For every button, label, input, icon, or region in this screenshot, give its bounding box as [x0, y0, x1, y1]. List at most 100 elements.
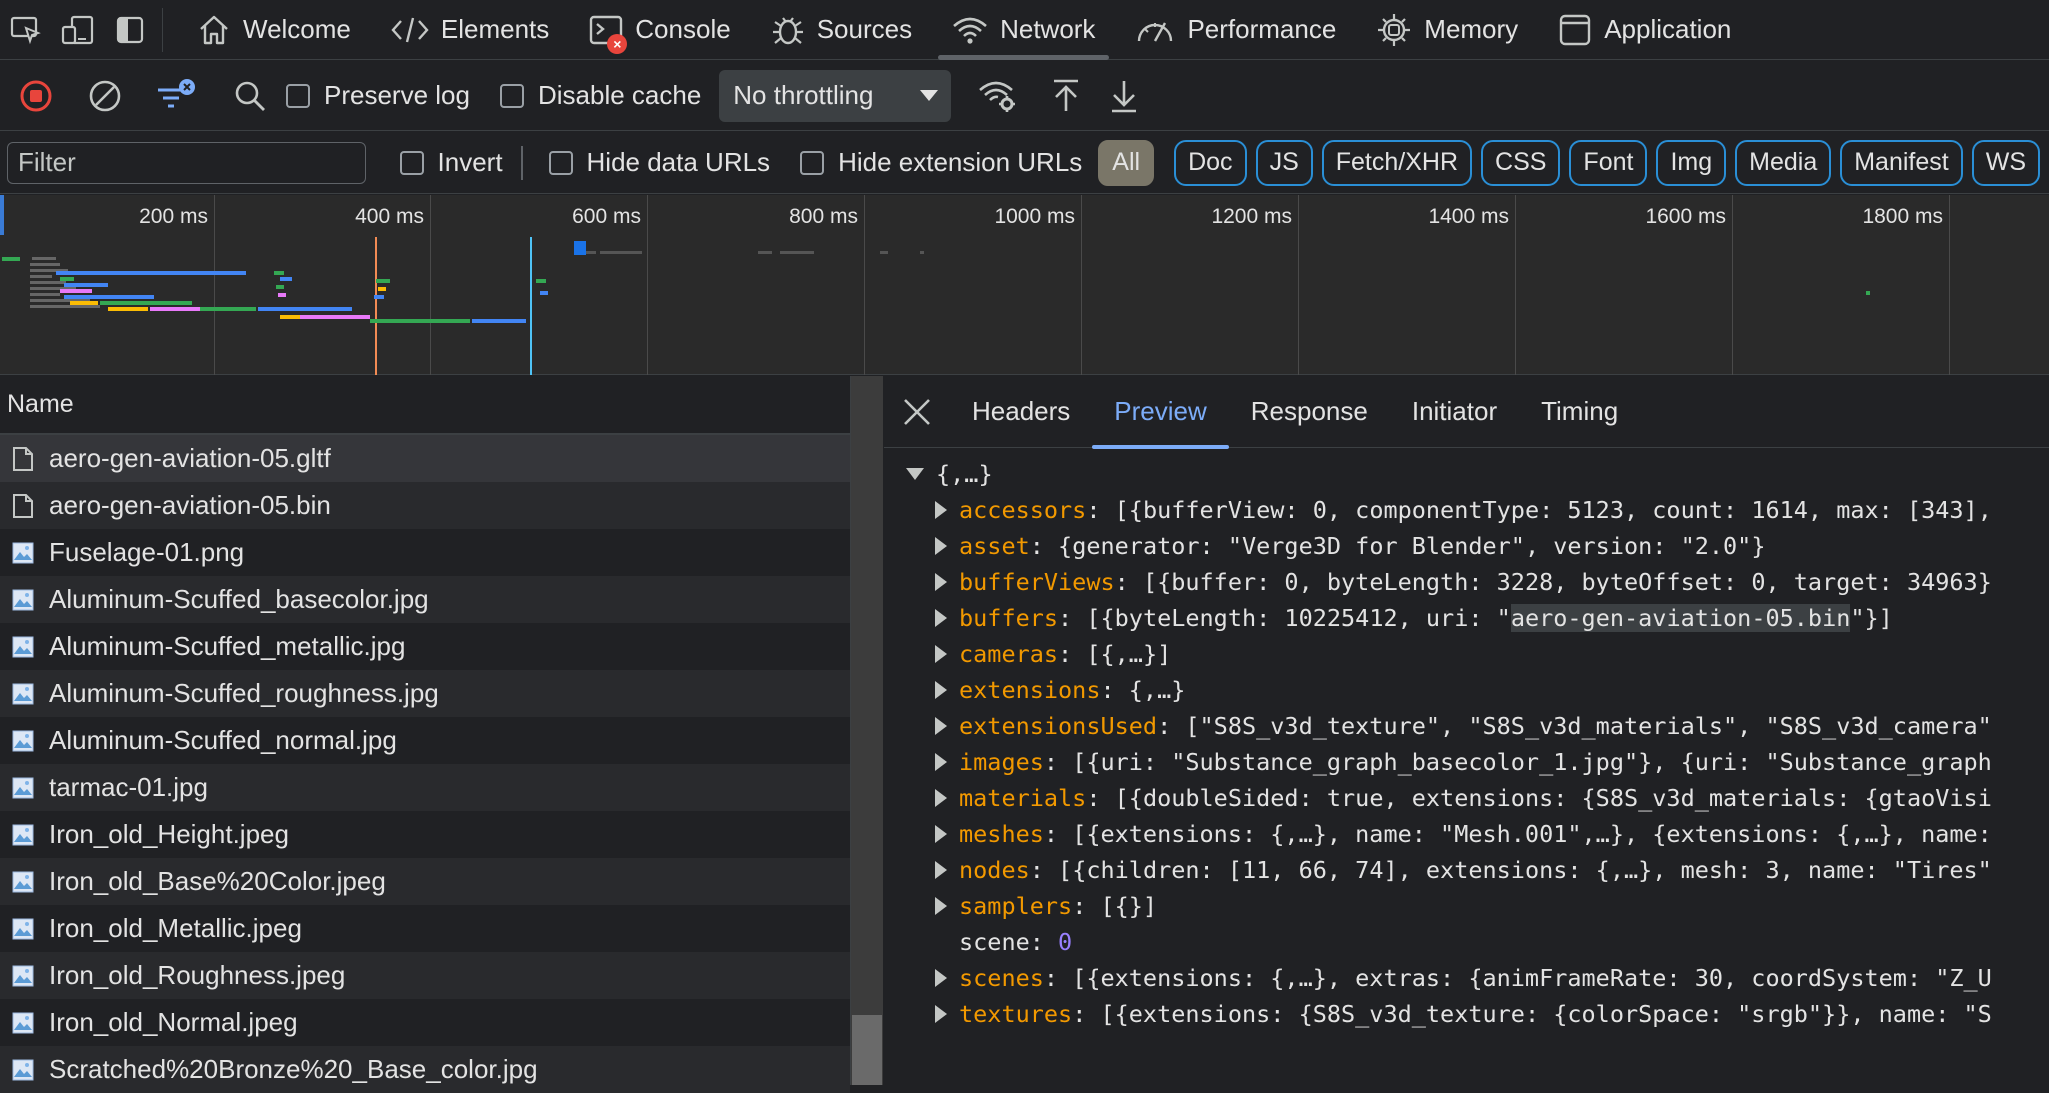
tab-memory[interactable]: Memory [1356, 0, 1538, 60]
tab-console[interactable]: × Console [569, 0, 750, 60]
request-row[interactable]: Iron_old_Roughness.jpeg [0, 952, 850, 999]
close-detail-button[interactable] [884, 376, 950, 448]
json-property-materials[interactable]: materials: [{doubleSided: true, extensio… [884, 780, 2049, 816]
json-value: [{buffer: 0, byteLength: 3228, byteOffse… [1128, 568, 1992, 596]
type-filter-font[interactable]: Font [1569, 139, 1648, 186]
request-row[interactable]: Aluminum-Scuffed_metallic.jpg [0, 623, 850, 670]
expand-triangle-icon[interactable] [935, 573, 947, 591]
import-har-button[interactable] [1031, 61, 1101, 131]
expand-triangle-icon[interactable] [935, 681, 947, 699]
expand-triangle-icon[interactable] [935, 501, 947, 519]
request-list-scroll-thumb[interactable] [852, 1015, 882, 1085]
expand-triangle-icon[interactable] [935, 969, 947, 987]
tab-initiator[interactable]: Initiator [1390, 376, 1519, 448]
tab-welcome[interactable]: Welcome [177, 0, 371, 60]
request-list-scrollbar[interactable] [851, 376, 883, 1085]
json-property-samplers[interactable]: samplers: [{}] [884, 888, 2049, 924]
request-row[interactable]: Aluminum-Scuffed_normal.jpg [0, 717, 850, 764]
export-har-button[interactable] [1101, 61, 1147, 131]
tab-performance[interactable]: Performance [1115, 0, 1356, 60]
invert-checkbox[interactable]: Invert [399, 147, 503, 178]
request-row[interactable]: Aluminum-Scuffed_basecolor.jpg [0, 576, 850, 623]
hide-extension-urls-checkbox[interactable]: Hide extension URLs [800, 147, 1082, 178]
expand-triangle-icon[interactable] [935, 789, 947, 807]
hide-extension-urls-box[interactable] [800, 150, 825, 175]
tab-elements[interactable]: Elements [371, 0, 569, 60]
request-row[interactable]: Aluminum-Scuffed_roughness.jpg [0, 670, 850, 717]
type-filter-js[interactable]: JS [1255, 139, 1313, 186]
json-property-meshes[interactable]: meshes: [{extensions: {,…}, name: "Mesh.… [884, 816, 2049, 852]
expand-triangle-icon[interactable] [935, 537, 947, 555]
type-filter-fetch-xhr[interactable]: Fetch/XHR [1321, 139, 1473, 186]
request-row[interactable]: Iron_old_Height.jpeg [0, 811, 850, 858]
json-colon: : [1086, 784, 1101, 812]
type-filter-css[interactable]: CSS [1481, 139, 1561, 186]
json-property-cameras[interactable]: cameras: [{,…}] [884, 636, 2049, 672]
expand-triangle-icon[interactable] [935, 645, 947, 663]
invert-box[interactable] [399, 150, 424, 175]
request-row[interactable]: aero-gen-aviation-05.gltf [0, 435, 850, 482]
type-filter-all[interactable]: All [1098, 139, 1155, 186]
json-property-textures[interactable]: textures: [{extensions: {S8S_v3d_texture… [884, 996, 2049, 1032]
request-row[interactable]: Scratched%20Bronze%20_Base_color.jpg [0, 1046, 850, 1093]
expand-triangle-icon[interactable] [935, 717, 947, 735]
search-button[interactable] [214, 61, 286, 131]
tab-application-label: Application [1604, 14, 1732, 44]
throttling-select[interactable]: No throttling [719, 69, 952, 122]
name-column-header[interactable]: Name [0, 376, 850, 435]
request-row[interactable]: Fuselage-01.png [0, 529, 850, 576]
tab-timing[interactable]: Timing [1519, 376, 1640, 448]
preserve-log-box[interactable] [286, 83, 310, 108]
hide-data-urls-checkbox[interactable]: Hide data URLs [548, 147, 770, 178]
json-property-images[interactable]: images: [{uri: "Substance_graph_basecolo… [884, 744, 2049, 780]
request-row[interactable]: tarmac-01.jpg [0, 764, 850, 811]
hide-data-urls-box[interactable] [548, 150, 573, 175]
json-colon: : [1157, 712, 1172, 740]
dock-side-icon[interactable] [104, 0, 156, 60]
json-property-bufferViews[interactable]: bufferViews: [{buffer: 0, byteLength: 32… [884, 564, 2049, 600]
json-property-scenes[interactable]: scenes: [{extensions: {,…}, extras: {ani… [884, 960, 2049, 996]
network-conditions-button[interactable] [965, 61, 1031, 131]
type-filter-ws[interactable]: WS [1971, 139, 2040, 186]
request-row[interactable]: Iron_old_Metallic.jpeg [0, 905, 850, 952]
json-property-extensionsUsed[interactable]: extensionsUsed: ["S8S_v3d_texture", "S8S… [884, 708, 2049, 744]
type-filter-img[interactable]: Img [1656, 139, 1727, 186]
disable-cache-box[interactable] [499, 83, 524, 108]
type-filter-media[interactable]: Media [1735, 139, 1832, 186]
json-property-scene[interactable]: scene: 0 [884, 924, 2049, 960]
device-emulation-icon[interactable] [52, 0, 104, 60]
expand-triangle-icon[interactable] [935, 1005, 947, 1023]
type-filter-doc[interactable]: Doc [1174, 139, 1247, 186]
expand-triangle-icon[interactable] [935, 861, 947, 879]
json-property-buffers[interactable]: buffers: [{byteLength: 10225412, uri: " a… [884, 600, 2049, 636]
tab-headers[interactable]: Headers [950, 376, 1092, 448]
request-row[interactable]: Iron_old_Base%20Color.jpeg [0, 858, 850, 905]
tab-response[interactable]: Response [1229, 376, 1390, 448]
json-property-asset[interactable]: asset: {generator: "Verge3D for Blender"… [884, 528, 2049, 564]
record-button[interactable] [0, 61, 72, 131]
json-root-node[interactable]: {,…} [884, 456, 2049, 492]
filter-input[interactable] [7, 141, 366, 184]
inspect-element-icon[interactable] [0, 0, 52, 60]
type-filter-manifest[interactable]: Manifest [1840, 139, 1963, 186]
disable-cache-checkbox[interactable]: Disable cache [499, 80, 701, 111]
tab-network[interactable]: Network [932, 0, 1115, 60]
network-overview-timeline[interactable]: 200 ms 400 ms 600 ms 800 ms 1000 ms 1200… [0, 195, 2049, 375]
expand-triangle-icon[interactable] [935, 753, 947, 771]
json-key: bufferViews [959, 568, 1115, 596]
clear-button[interactable] [72, 61, 138, 131]
json-property-nodes[interactable]: nodes: [{children: [11, 66, 74], extensi… [884, 852, 2049, 888]
json-property-extensions[interactable]: extensions: {,…} [884, 672, 2049, 708]
expand-triangle-icon[interactable] [906, 468, 924, 480]
request-row[interactable]: aero-gen-aviation-05.bin [0, 482, 850, 529]
json-property-accessors[interactable]: accessors: [{bufferView: 0, componentTyp… [884, 492, 2049, 528]
expand-triangle-icon[interactable] [935, 825, 947, 843]
expand-triangle-icon[interactable] [935, 897, 947, 915]
filter-toggle-button[interactable] [138, 61, 214, 131]
tab-sources[interactable]: Sources [751, 0, 932, 60]
expand-triangle-icon[interactable] [935, 609, 947, 627]
request-row[interactable]: Iron_old_Normal.jpeg [0, 999, 850, 1046]
tab-application[interactable]: Application [1538, 0, 1751, 60]
preserve-log-checkbox[interactable]: Preserve log [286, 80, 470, 111]
tab-preview[interactable]: Preview [1092, 376, 1230, 449]
